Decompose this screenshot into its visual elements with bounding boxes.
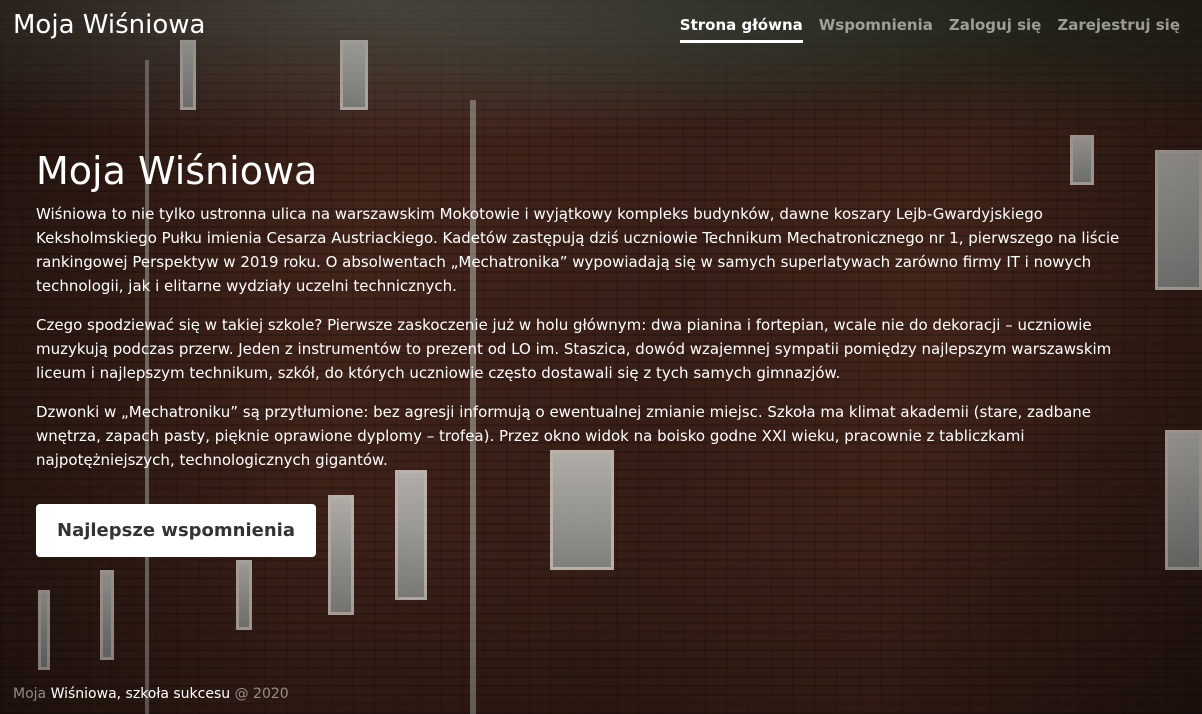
hero-content: Moja Wiśniowa Wiśniowa to nie tylko ustr… [36, 149, 1156, 557]
footer-prefix: Moja [13, 686, 51, 702]
main-nav: Strona główna Wspomnienia Zaloguj się Za… [679, 16, 1180, 43]
nav-register[interactable]: Zarejestruj się [1057, 16, 1180, 43]
page-title: Moja Wiśniowa [36, 149, 318, 193]
footer-copyright: @ 2020 [230, 686, 289, 702]
intro-paragraph: Czego spodziewać się w takiej szkole? Pi… [36, 315, 1112, 382]
brand-logo[interactable]: Moja Wiśniowa [13, 10, 205, 40]
intro-paragraph: Wiśniowa to nie tylko ustronna ulica na … [36, 204, 1120, 295]
footer-link[interactable]: Wiśniowa [51, 686, 117, 702]
site-footer: Moja Wiśniowa, szkoła sukcesu @ 2020 [13, 686, 289, 702]
best-memories-button[interactable]: Najlepsze wspomnienia [36, 503, 316, 557]
nav-login[interactable]: Zaloguj się [949, 16, 1041, 43]
site-header: Moja Wiśniowa Strona główna Wspomnienia … [0, 0, 1202, 50]
intro-paragraph: Dzwonki w „Mechatroniku” są przytłumione… [36, 402, 1092, 469]
nav-memories[interactable]: Wspomnienia [819, 16, 933, 43]
nav-home[interactable]: Strona główna [679, 16, 803, 43]
footer-tagline: , szkoła sukcesu [116, 686, 231, 702]
